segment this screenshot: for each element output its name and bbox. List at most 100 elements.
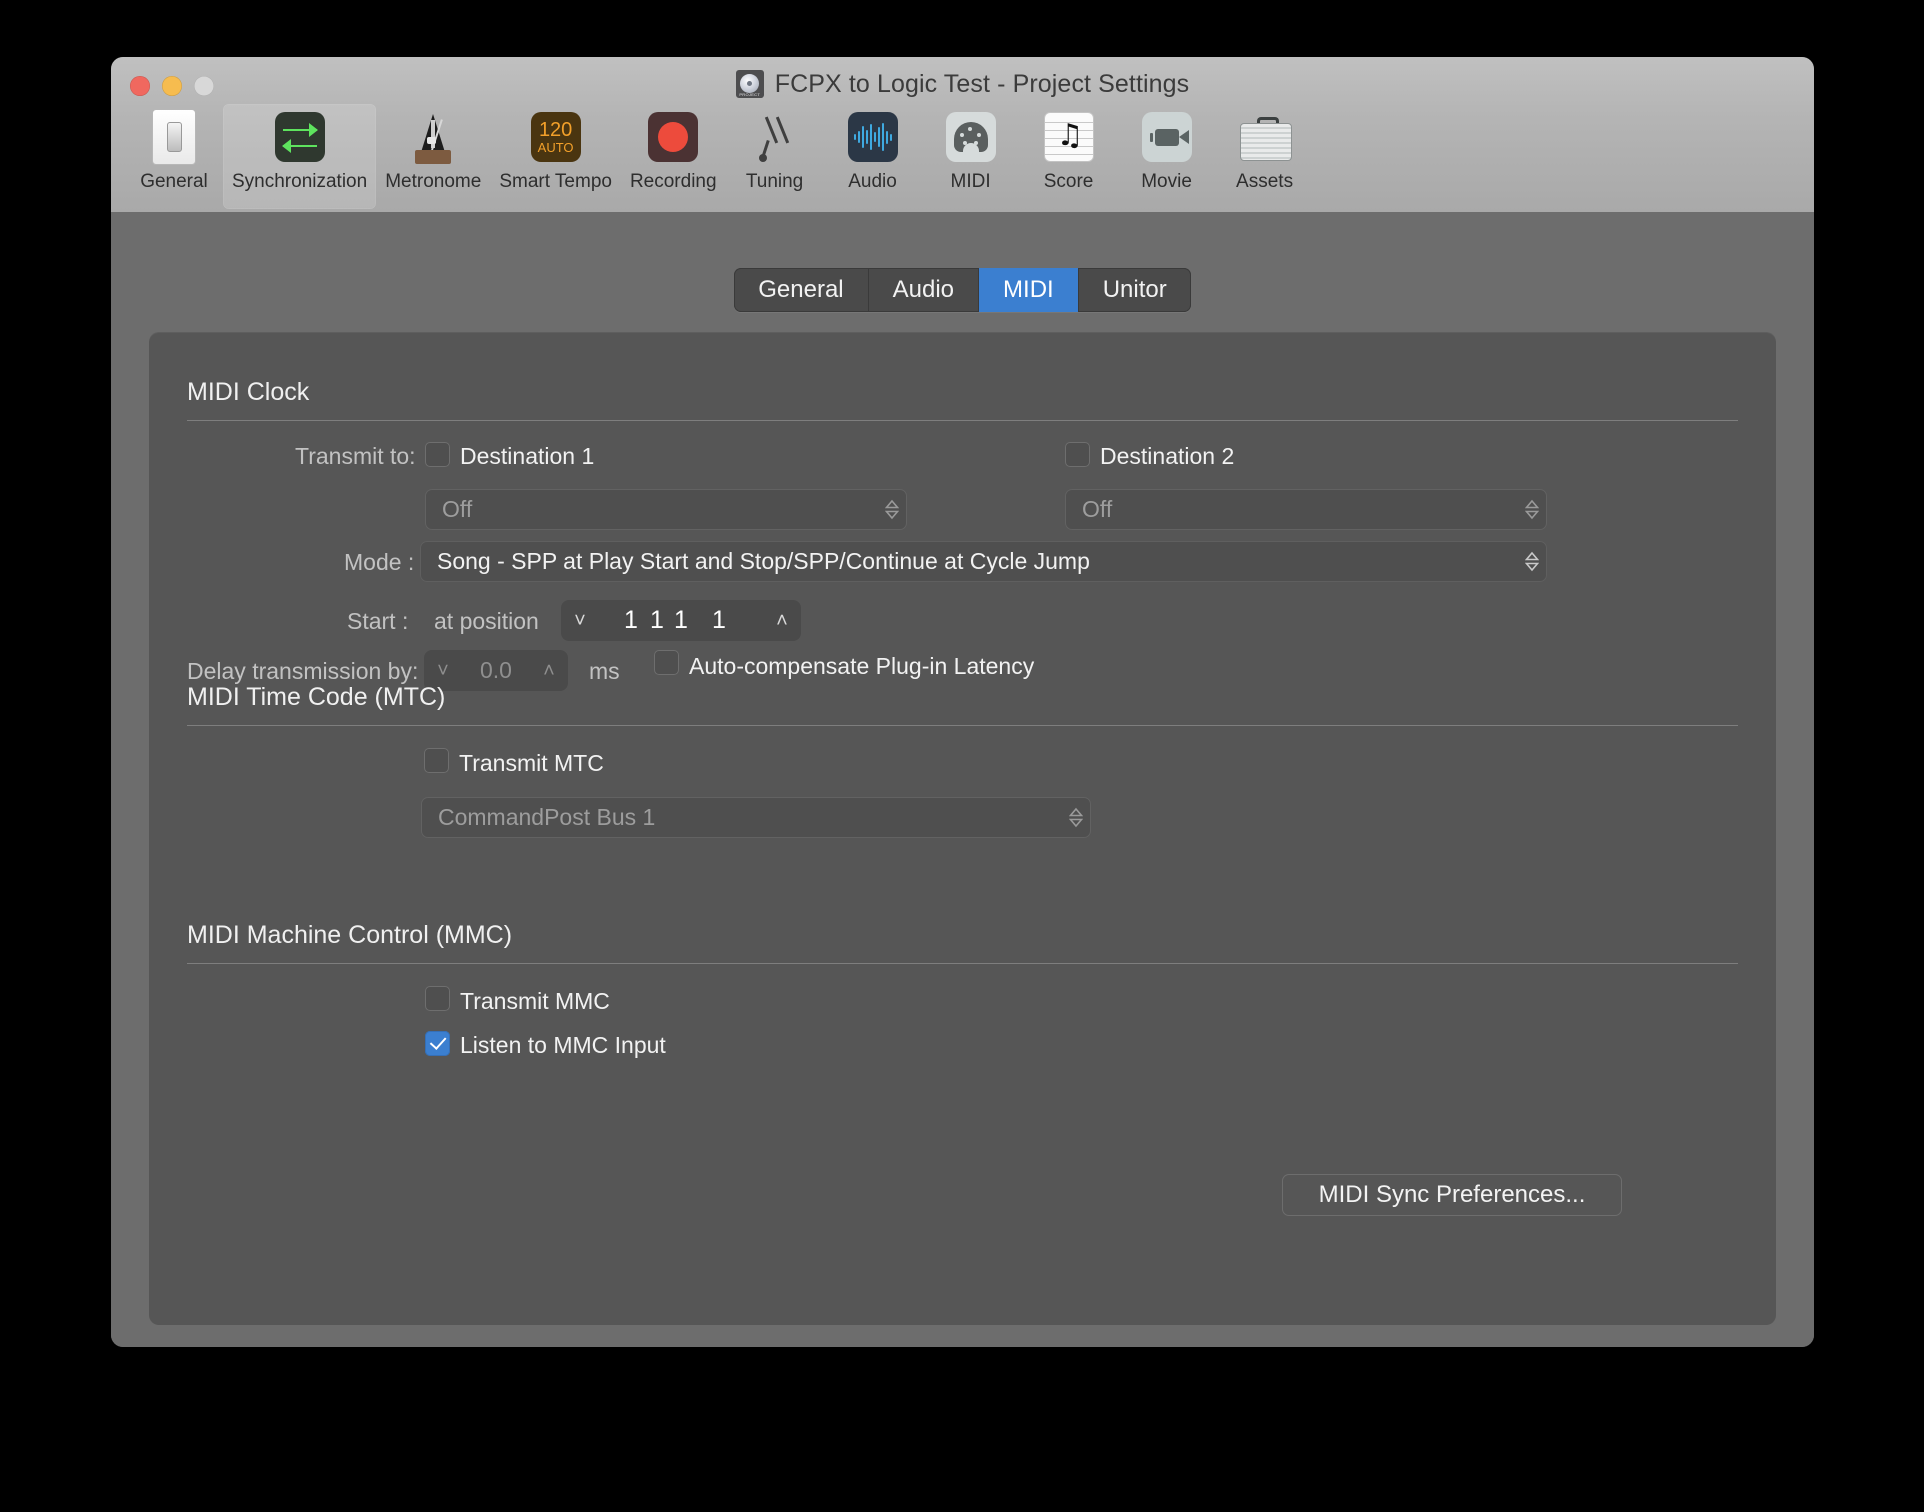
project-disc-glyph	[740, 73, 760, 93]
chevron-updown-icon	[877, 499, 907, 520]
section-divider-mmc	[187, 963, 1738, 964]
toolbar-label-audio: Audio	[848, 171, 897, 192]
sync-subtab-bar: General Audio MIDI Unitor	[111, 268, 1814, 312]
tab-midi[interactable]: MIDI	[979, 268, 1079, 312]
delay-transmission-value: 0.0	[480, 657, 512, 683]
mode-popup[interactable]: Song - SPP at Play Start and Stop/SPP/Co…	[420, 541, 1547, 582]
tab-audio[interactable]: Audio	[869, 268, 980, 312]
toolbar-label-metronome: Metronome	[385, 171, 482, 192]
destination1-popup-value: Off	[442, 496, 473, 522]
toolbar-item-assets[interactable]: Assets	[1216, 104, 1314, 209]
project-document-icon: PROJECT	[735, 70, 764, 98]
section-title-midi-clock: MIDI Clock	[187, 378, 310, 406]
start-position-beat: 1	[650, 606, 664, 634]
transmit-mtc-label: Transmit MTC	[459, 750, 604, 776]
chevron-updown-icon	[1517, 551, 1547, 572]
stepper-up-arrow-icon[interactable]: ˄	[530, 661, 568, 681]
toolbar-item-synchronization[interactable]: Synchronization	[223, 104, 377, 209]
toolbar-item-smart-tempo[interactable]: 120 AUTO Smart Tempo	[490, 104, 621, 209]
segmented-control: General Audio MIDI Unitor	[734, 268, 1191, 312]
toolbar-label-score: Score	[1043, 171, 1094, 192]
toolbar-label-assets: Assets	[1236, 171, 1294, 192]
start-position-div: 1	[674, 606, 688, 634]
stepper-down-arrow-icon[interactable]: ˅	[424, 661, 462, 681]
auto-compensate-checkbox[interactable]	[654, 650, 679, 675]
metronome-icon	[406, 110, 460, 164]
start-position-bar: 1	[624, 606, 638, 634]
tab-unitor[interactable]: Unitor	[1079, 268, 1191, 312]
stepper-down-arrow-icon[interactable]: ˅	[561, 611, 599, 631]
toolbar-label-smart-tempo: Smart Tempo	[499, 171, 612, 192]
toolbar-item-score[interactable]: ♫ Score	[1020, 104, 1118, 209]
window-title: FCPX to Logic Test - Project Settings	[774, 69, 1190, 98]
record-dot-icon	[646, 110, 700, 164]
settings-toolbar: General Synchronization Metronome 120 AU…	[125, 104, 1814, 209]
midi-settings-panel: MIDI Clock Transmit to: Destination 1 De…	[149, 332, 1776, 1325]
toggle-switch-icon	[147, 109, 201, 165]
chevron-updown-icon	[1517, 499, 1547, 520]
destination2-popup-value: Off	[1082, 496, 1113, 522]
toolbar-label-recording: Recording	[629, 171, 717, 192]
start-at-position-label: at position	[434, 608, 539, 634]
delay-unit-label: ms	[589, 658, 620, 684]
music-staff-note-icon: ♫	[1042, 110, 1096, 164]
transmit-mmc-checkbox[interactable]	[425, 986, 450, 1011]
chevron-updown-icon	[1061, 807, 1091, 828]
toolbar-item-recording[interactable]: Recording	[621, 104, 726, 209]
destination2-label: Destination 2	[1100, 443, 1235, 469]
tempo-badge-number: 120	[538, 118, 573, 141]
briefcase-icon	[1238, 110, 1292, 164]
transmit-mmc-label: Transmit MMC	[460, 988, 610, 1014]
toolbar-label-movie: Movie	[1141, 171, 1192, 192]
transmit-mtc-checkbox[interactable]	[424, 748, 449, 773]
window-titlebar: PROJECT FCPX to Logic Test - Project Set…	[111, 57, 1814, 213]
destination1-popup[interactable]: Off	[425, 489, 907, 530]
start-position-value: 1 1 1 1	[599, 606, 763, 635]
section-divider-midi-clock	[187, 420, 1738, 421]
destination2-popup[interactable]: Off	[1065, 489, 1547, 530]
tab-general[interactable]: General	[734, 268, 869, 312]
mtc-destination-popup[interactable]: CommandPost Bus 1	[421, 797, 1091, 838]
section-title-mmc: MIDI Machine Control (MMC)	[187, 921, 513, 949]
project-settings-window: PROJECT FCPX to Logic Test - Project Set…	[111, 57, 1814, 1347]
tuning-fork-icon	[748, 110, 802, 164]
section-divider-mtc	[187, 725, 1738, 726]
start-label: Start :	[347, 608, 409, 634]
start-position-stepper[interactable]: ˅ 1 1 1 1 ˄	[561, 600, 801, 641]
window-title-area: PROJECT FCPX to Logic Test - Project Set…	[111, 66, 1814, 102]
destination1-label: Destination 1	[460, 443, 595, 469]
destination1-checkbox[interactable]	[425, 442, 450, 467]
window-body: General Audio MIDI Unitor MIDI Clock Tra…	[111, 212, 1814, 1347]
listen-to-mmc-input-label: Listen to MMC Input	[460, 1032, 666, 1058]
auto-compensate-label: Auto-compensate Plug-in Latency	[689, 653, 1035, 679]
toolbar-item-movie[interactable]: Movie	[1118, 104, 1216, 209]
toolbar-item-audio[interactable]: Audio	[824, 104, 922, 209]
midi-plug-icon	[944, 110, 998, 164]
toolbar-label-general: General	[140, 171, 208, 192]
listen-to-mmc-input-checkbox[interactable]	[425, 1031, 450, 1056]
toolbar-item-midi[interactable]: MIDI	[922, 104, 1020, 209]
delay-transmission-stepper[interactable]: ˅ 0.0 ˄	[424, 650, 568, 691]
project-badge-label: PROJECT	[739, 92, 761, 97]
toolbar-item-metronome[interactable]: Metronome	[376, 104, 490, 209]
toolbar-label-synchronization: Synchronization	[232, 171, 368, 192]
delay-transmission-label: Delay transmission by:	[187, 658, 419, 684]
start-position-ticks: 1	[712, 606, 726, 634]
midi-sync-preferences-button[interactable]: MIDI Sync Preferences...	[1282, 1174, 1622, 1216]
destination2-checkbox[interactable]	[1065, 442, 1090, 467]
mode-popup-value: Song - SPP at Play Start and Stop/SPP/Co…	[437, 548, 1090, 574]
transmit-to-label: Transmit to:	[295, 443, 416, 469]
stepper-up-arrow-icon[interactable]: ˄	[763, 611, 801, 631]
tempo-badge-text: AUTO	[537, 139, 574, 155]
toolbar-item-general[interactable]: General	[125, 104, 223, 209]
toolbar-label-tuning: Tuning	[745, 171, 804, 192]
mtc-destination-value: CommandPost Bus 1	[438, 804, 656, 830]
section-title-mtc: MIDI Time Code (MTC)	[187, 683, 446, 711]
sync-arrows-icon	[273, 110, 327, 164]
tempo-120-auto-icon: 120 AUTO	[529, 110, 583, 164]
waveform-icon	[846, 110, 900, 164]
toolbar-label-midi: MIDI	[950, 171, 991, 192]
mode-label: Mode :	[344, 549, 415, 575]
video-camera-icon	[1140, 110, 1194, 164]
toolbar-item-tuning[interactable]: Tuning	[726, 104, 824, 209]
